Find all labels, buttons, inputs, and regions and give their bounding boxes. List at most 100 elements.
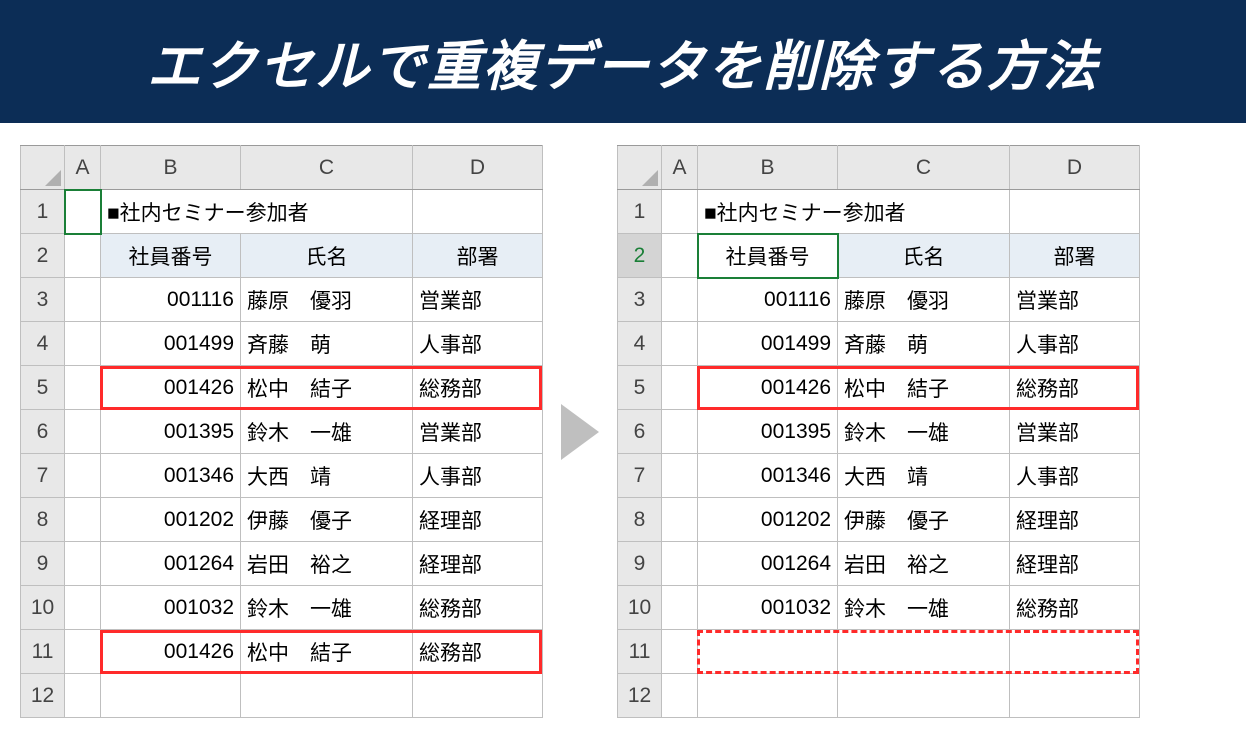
cell[interactable]: 総務部 bbox=[1010, 366, 1140, 410]
row-header[interactable]: 6 bbox=[618, 410, 662, 454]
cell[interactable]: 大西 靖 bbox=[241, 454, 413, 498]
header-id[interactable]: 社員番号 bbox=[101, 234, 241, 278]
cell[interactable] bbox=[662, 366, 698, 410]
cell[interactable] bbox=[662, 586, 698, 630]
col-header-b[interactable]: B bbox=[101, 146, 241, 190]
cell[interactable] bbox=[662, 234, 698, 278]
cell[interactable]: 藤原 優羽 bbox=[241, 278, 413, 322]
cell[interactable] bbox=[65, 454, 101, 498]
row-header[interactable]: 10 bbox=[21, 586, 65, 630]
cell[interactable] bbox=[65, 586, 101, 630]
cell[interactable] bbox=[1010, 674, 1140, 718]
cell[interactable]: 001116 bbox=[698, 278, 838, 322]
cell[interactable]: 001426 bbox=[698, 366, 838, 410]
cell[interactable]: 営業部 bbox=[1010, 278, 1140, 322]
cell[interactable]: 経理部 bbox=[413, 498, 543, 542]
cell[interactable] bbox=[65, 410, 101, 454]
row-header[interactable]: 11 bbox=[21, 630, 65, 674]
cell[interactable]: 001499 bbox=[101, 322, 241, 366]
col-header-a[interactable]: A bbox=[662, 146, 698, 190]
cell[interactable]: 001395 bbox=[698, 410, 838, 454]
cell[interactable] bbox=[662, 498, 698, 542]
cell[interactable]: 経理部 bbox=[1010, 542, 1140, 586]
cell[interactable] bbox=[65, 542, 101, 586]
row-header[interactable]: 11 bbox=[618, 630, 662, 674]
cell[interactable]: 人事部 bbox=[1010, 454, 1140, 498]
col-header-b[interactable]: B bbox=[698, 146, 838, 190]
row-header[interactable]: 6 bbox=[21, 410, 65, 454]
cell[interactable] bbox=[662, 542, 698, 586]
cell[interactable]: 斉藤 萌 bbox=[241, 322, 413, 366]
cell[interactable] bbox=[101, 674, 241, 718]
row-header[interactable]: 9 bbox=[21, 542, 65, 586]
cell[interactable] bbox=[65, 234, 101, 278]
cell[interactable] bbox=[65, 630, 101, 674]
cell[interactable]: 001395 bbox=[101, 410, 241, 454]
cell[interactable] bbox=[65, 498, 101, 542]
row-header[interactable]: 9 bbox=[618, 542, 662, 586]
cell[interactable]: 経理部 bbox=[413, 542, 543, 586]
cell[interactable]: 伊藤 優子 bbox=[838, 498, 1010, 542]
row-header[interactable]: 5 bbox=[21, 366, 65, 410]
cell[interactable] bbox=[241, 674, 413, 718]
cell[interactable]: 藤原 優羽 bbox=[838, 278, 1010, 322]
cell[interactable]: 営業部 bbox=[413, 278, 543, 322]
cell[interactable]: 大西 靖 bbox=[838, 454, 1010, 498]
cell[interactable] bbox=[838, 630, 1010, 674]
select-all-corner[interactable] bbox=[21, 146, 65, 190]
cell[interactable]: 伊藤 優子 bbox=[241, 498, 413, 542]
col-header-d[interactable]: D bbox=[413, 146, 543, 190]
header-name[interactable]: 氏名 bbox=[241, 234, 413, 278]
cell[interactable] bbox=[1010, 190, 1140, 234]
cell[interactable]: 001346 bbox=[698, 454, 838, 498]
cell[interactable]: 松中 結子 bbox=[241, 366, 413, 410]
cell[interactable]: 001264 bbox=[698, 542, 838, 586]
row-header[interactable]: 10 bbox=[618, 586, 662, 630]
cell[interactable]: 総務部 bbox=[413, 630, 543, 674]
col-header-a[interactable]: A bbox=[65, 146, 101, 190]
header-dept[interactable]: 部署 bbox=[413, 234, 543, 278]
cell[interactable]: 岩田 裕之 bbox=[838, 542, 1010, 586]
cell[interactable] bbox=[413, 190, 543, 234]
table-title[interactable]: ■社内セミナー参加者 bbox=[101, 190, 413, 234]
cell[interactable]: 経理部 bbox=[1010, 498, 1140, 542]
row-header[interactable]: 1 bbox=[618, 190, 662, 234]
cell[interactable] bbox=[413, 674, 543, 718]
header-dept[interactable]: 部署 bbox=[1010, 234, 1140, 278]
cell[interactable]: 鈴木 一雄 bbox=[241, 410, 413, 454]
row-header[interactable]: 5 bbox=[618, 366, 662, 410]
cell[interactable]: 001346 bbox=[101, 454, 241, 498]
cell[interactable]: 001426 bbox=[101, 630, 241, 674]
row-header-selected[interactable]: 2 bbox=[618, 234, 662, 278]
row-header[interactable]: 2 bbox=[21, 234, 65, 278]
cell[interactable]: 001426 bbox=[101, 366, 241, 410]
cell[interactable]: 鈴木 一雄 bbox=[838, 586, 1010, 630]
cell[interactable]: 人事部 bbox=[1010, 322, 1140, 366]
cell[interactable]: 人事部 bbox=[413, 454, 543, 498]
cell[interactable] bbox=[698, 630, 838, 674]
row-header[interactable]: 8 bbox=[21, 498, 65, 542]
col-header-c[interactable]: C bbox=[838, 146, 1010, 190]
cell-a1-selected[interactable] bbox=[65, 190, 101, 234]
cell[interactable]: 岩田 裕之 bbox=[241, 542, 413, 586]
row-header[interactable]: 8 bbox=[618, 498, 662, 542]
cell[interactable] bbox=[662, 322, 698, 366]
cell[interactable]: 001264 bbox=[101, 542, 241, 586]
cell[interactable]: 松中 結子 bbox=[838, 366, 1010, 410]
cell[interactable] bbox=[662, 278, 698, 322]
row-header[interactable]: 12 bbox=[618, 674, 662, 718]
row-header[interactable]: 7 bbox=[618, 454, 662, 498]
row-header[interactable]: 4 bbox=[618, 322, 662, 366]
row-header[interactable]: 1 bbox=[21, 190, 65, 234]
cell[interactable] bbox=[65, 674, 101, 718]
cell[interactable]: 001202 bbox=[101, 498, 241, 542]
cell[interactable]: 斉藤 萌 bbox=[838, 322, 1010, 366]
row-header[interactable]: 4 bbox=[21, 322, 65, 366]
cell[interactable]: 総務部 bbox=[1010, 586, 1140, 630]
cell[interactable]: 総務部 bbox=[413, 366, 543, 410]
cell[interactable] bbox=[838, 674, 1010, 718]
cell[interactable] bbox=[662, 410, 698, 454]
cell[interactable]: 営業部 bbox=[1010, 410, 1140, 454]
select-all-corner[interactable] bbox=[618, 146, 662, 190]
cell[interactable]: 人事部 bbox=[413, 322, 543, 366]
